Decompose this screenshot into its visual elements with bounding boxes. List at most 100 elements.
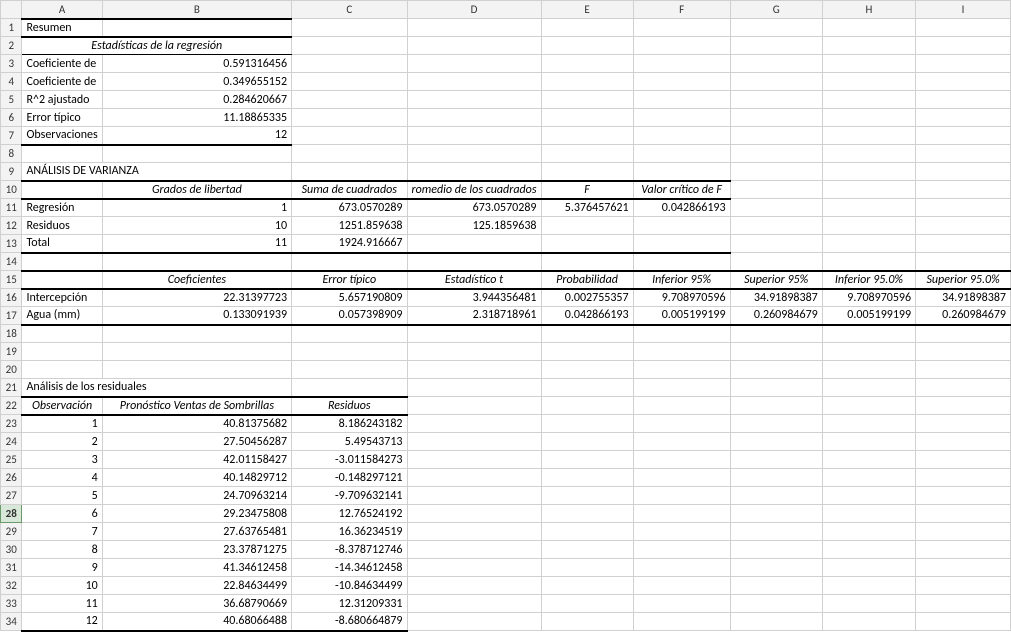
col-F[interactable]: F [633,1,730,19]
row-header[interactable]: 26 [1,469,22,487]
cell[interactable] [407,55,541,73]
cell[interactable] [916,361,1011,379]
cell[interactable]: Error típico [22,109,102,127]
cell[interactable]: 3.944356481 [407,289,541,307]
cell[interactable] [633,343,730,361]
cell[interactable] [730,109,822,127]
cell[interactable] [541,73,633,91]
cell[interactable]: 0.042866193 [633,199,730,217]
cell[interactable] [916,235,1011,253]
cell[interactable]: R^2 ajustado [22,91,102,109]
cell[interactable] [633,73,730,91]
cell[interactable] [541,361,633,379]
cell[interactable] [822,541,915,559]
cell[interactable]: Observaciones [22,127,102,145]
cell[interactable] [407,415,541,433]
cell[interactable] [633,235,730,253]
cell[interactable]: 12 [102,127,291,145]
cell[interactable] [633,595,730,613]
cell[interactable]: Análisis de los residuales [22,379,292,397]
cell[interactable] [22,361,102,379]
cell[interactable]: Pronóstico Ventas de Sombrillas [102,397,291,415]
cell[interactable] [916,109,1011,127]
cell[interactable] [916,433,1011,451]
cell[interactable] [822,415,915,433]
cell[interactable]: -0.148297121 [292,469,407,487]
cell[interactable] [541,343,633,361]
cell[interactable]: Intercepción [22,289,102,307]
cell[interactable] [292,55,407,73]
cell[interactable]: 9 [22,559,102,577]
cell[interactable]: Grados de libertad [102,181,291,199]
cell[interactable] [822,181,915,199]
cell[interactable] [730,577,822,595]
cell[interactable] [292,91,407,109]
row-header[interactable]: 11 [1,199,22,217]
cell[interactable] [730,325,822,343]
cell[interactable]: 27.63765481 [102,523,291,541]
cell[interactable] [916,523,1011,541]
cell[interactable]: 2 [22,433,102,451]
cell[interactable] [633,217,730,235]
row-header[interactable]: 7 [1,127,22,145]
cell[interactable] [633,577,730,595]
cell[interactable] [916,199,1011,217]
cell[interactable] [22,271,102,289]
cell[interactable] [730,613,822,631]
row-header[interactable]: 2 [1,37,22,55]
corner-cell[interactable] [1,1,22,19]
cell[interactable]: 29.23475808 [102,505,291,523]
cell[interactable] [541,595,633,613]
cell[interactable]: Coeficientes [102,271,291,289]
cell[interactable] [292,163,407,181]
col-G[interactable]: G [730,1,822,19]
cell[interactable] [916,577,1011,595]
cell[interactable] [916,451,1011,469]
col-E[interactable]: E [541,1,633,19]
row-header[interactable]: 25 [1,451,22,469]
row-header[interactable]: 5 [1,91,22,109]
cell[interactable]: Coeficiente de [22,73,102,91]
cell[interactable] [730,361,822,379]
row-header[interactable]: 19 [1,343,22,361]
cell[interactable] [916,55,1011,73]
cell[interactable] [407,361,541,379]
cell[interactable] [541,451,633,469]
cell[interactable] [407,253,541,271]
row-header[interactable]: 16 [1,289,22,307]
cell[interactable] [292,253,407,271]
cell[interactable] [822,37,915,55]
row-header[interactable]: 9 [1,163,22,181]
col-H[interactable]: H [822,1,915,19]
cell[interactable] [730,595,822,613]
cell[interactable] [730,433,822,451]
cell[interactable]: 34.91898387 [916,289,1011,307]
cell[interactable] [730,55,822,73]
cell[interactable] [633,379,730,397]
cell[interactable]: 11 [22,595,102,613]
cell[interactable] [407,505,541,523]
cell[interactable]: Inferior 95.0% [822,271,915,289]
cell[interactable] [541,127,633,145]
cell[interactable]: -8.378712746 [292,541,407,559]
cell[interactable] [822,361,915,379]
cell[interactable] [822,397,915,415]
cell[interactable] [730,145,822,163]
cell[interactable] [102,343,291,361]
cell[interactable] [292,361,407,379]
cell[interactable]: 0.284620667 [102,91,291,109]
cell[interactable]: 36.68790669 [102,595,291,613]
cell[interactable]: 12.76524192 [292,505,407,523]
cell[interactable] [916,397,1011,415]
cell[interactable]: -3.011584273 [292,451,407,469]
row-header[interactable]: 8 [1,145,22,163]
cell[interactable]: 673.0570289 [407,199,541,217]
cell-merged[interactable]: Estadísticas de la regresión [22,37,292,55]
row-header[interactable]: 33 [1,595,22,613]
cell[interactable] [541,217,633,235]
cell[interactable] [730,253,822,271]
cell[interactable] [916,91,1011,109]
cell[interactable] [822,109,915,127]
cell[interactable] [822,91,915,109]
row-header[interactable]: 30 [1,541,22,559]
